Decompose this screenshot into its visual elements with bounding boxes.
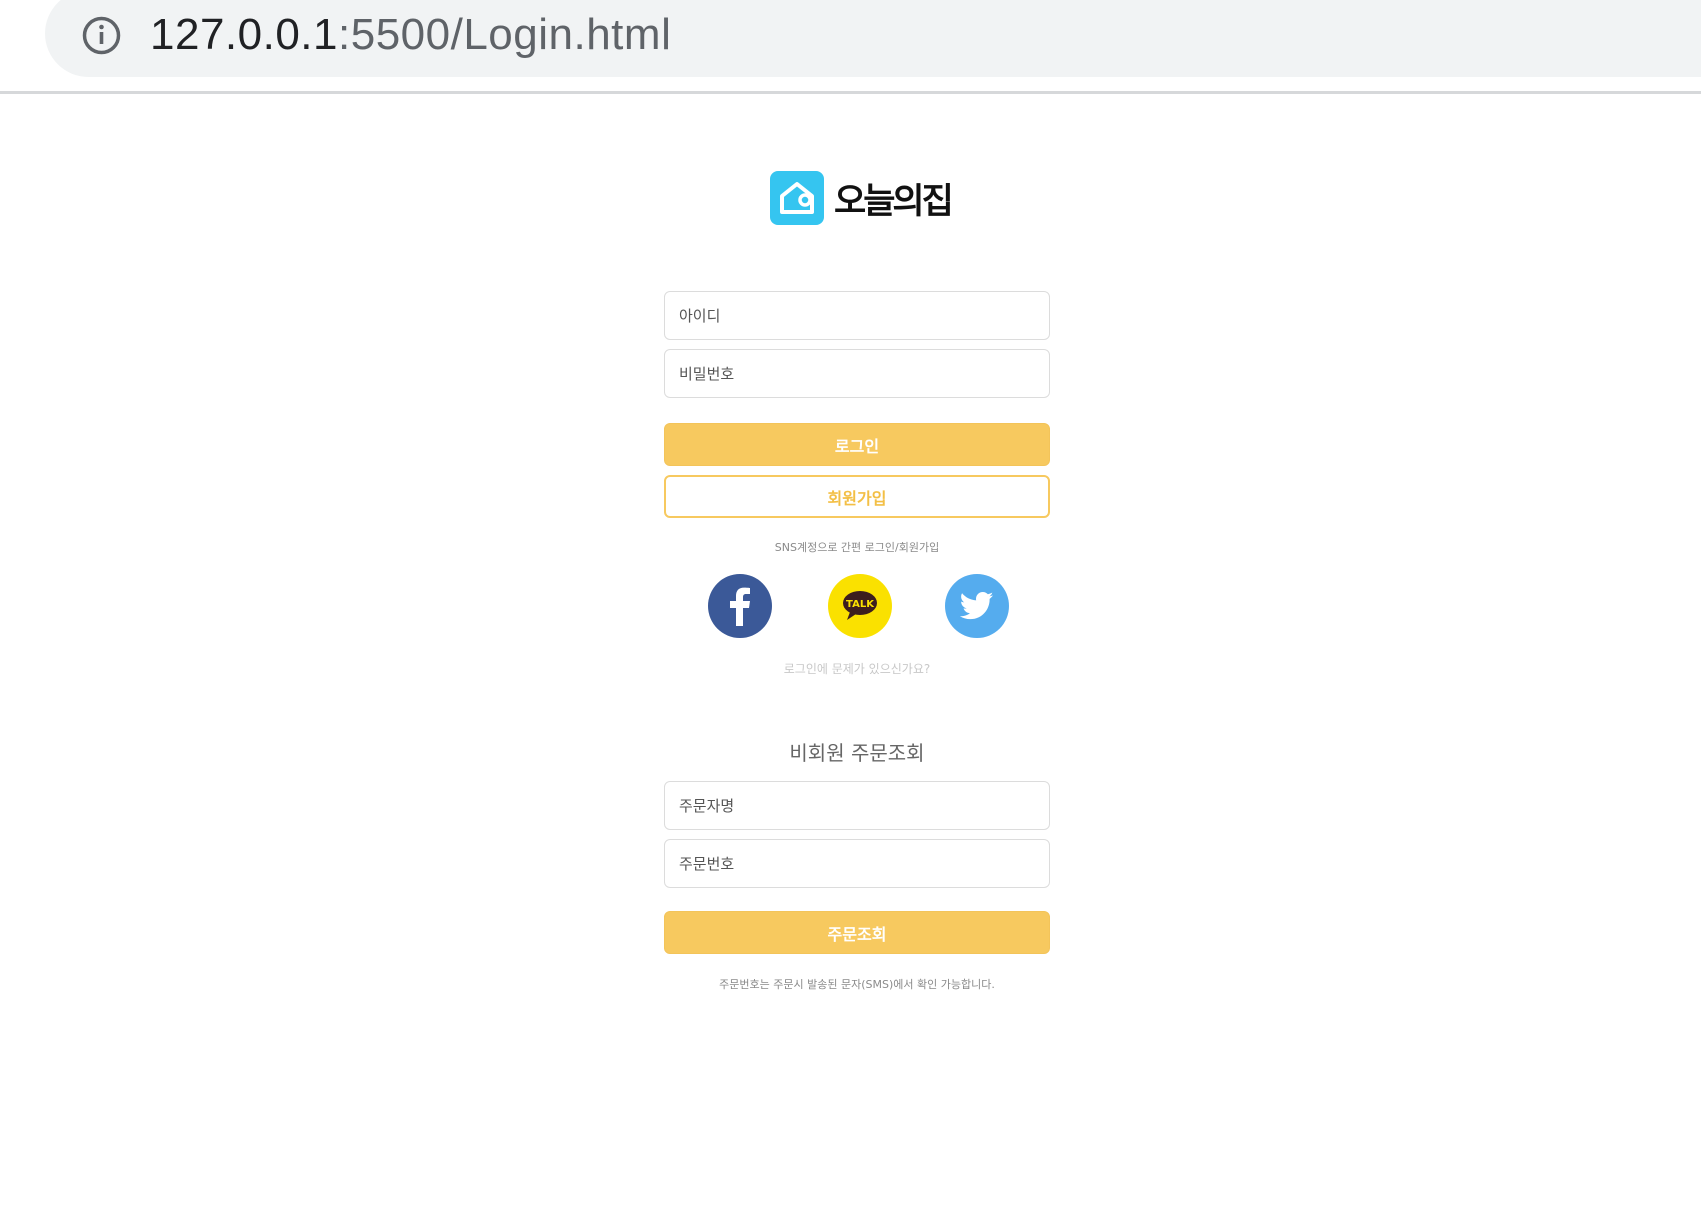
signup-button-label: 회원가입: [827, 488, 887, 508]
order-lookup-button[interactable]: 주문조회: [664, 911, 1050, 954]
twitter-icon: [960, 591, 994, 620]
url-host: 127.0.0.1: [150, 10, 338, 59]
login-button[interactable]: 로그인: [664, 423, 1050, 466]
brand-logo[interactable]: 오늘의집: [770, 171, 954, 225]
browser-toolbar: 127.0.0.1:5500/Login.html: [0, 0, 1701, 94]
svg-text:TALK: TALK: [846, 599, 875, 610]
facebook-login-button[interactable]: [708, 574, 772, 638]
facebook-icon: [730, 587, 750, 626]
login-button-label: 로그인: [834, 436, 880, 456]
guest-order-title: 비회원 주문조회: [789, 741, 925, 765]
brand-name: 오늘의집: [834, 181, 954, 222]
house-logo-icon: [770, 171, 824, 225]
order-number-note: 주문번호는 주문시 발송된 문자(SMS)에서 확인 가능합니다.: [719, 978, 995, 991]
kakaotalk-icon: TALK: [843, 591, 877, 620]
orderer-name-input[interactable]: [664, 781, 1050, 830]
sns-caption: SNS계정으로 간편 로그인/회원가입: [774, 541, 940, 554]
signup-button[interactable]: 회원가입: [664, 475, 1050, 518]
info-circle-icon[interactable]: [81, 15, 122, 56]
password-input[interactable]: [664, 349, 1050, 398]
id-input[interactable]: [664, 291, 1050, 340]
login-trouble-link[interactable]: 로그인에 문제가 있으신가요?: [664, 660, 1050, 677]
order-number-input[interactable]: [664, 839, 1050, 888]
url-path: :5500/Login.html: [338, 10, 672, 59]
order-lookup-button-label: 주문조회: [827, 924, 887, 944]
twitter-login-button[interactable]: [945, 574, 1009, 638]
kakao-login-button[interactable]: TALK: [828, 574, 892, 638]
url-text[interactable]: 127.0.0.1:5500/Login.html: [150, 8, 671, 62]
